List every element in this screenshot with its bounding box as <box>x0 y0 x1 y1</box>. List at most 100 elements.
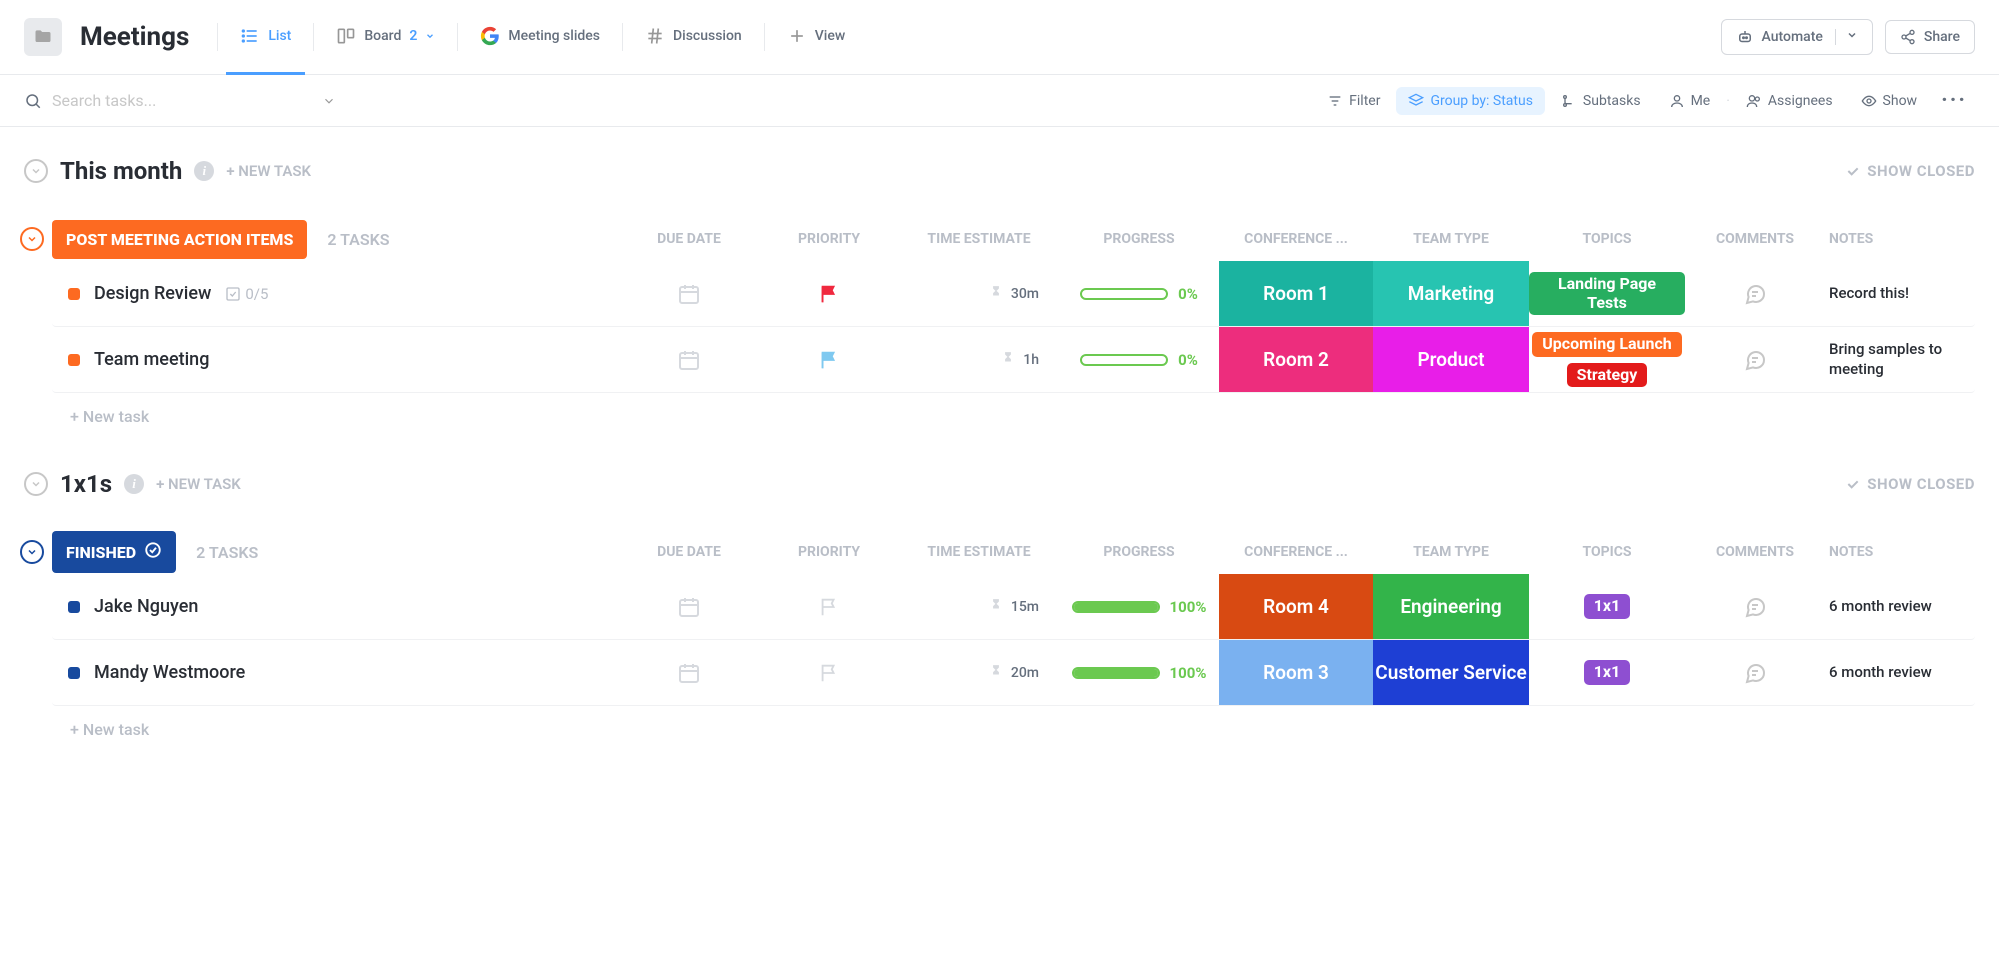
new-task-button[interactable]: + NEW TASK <box>226 162 311 180</box>
task-row[interactable]: Team meeting 1h0%Room 2ProductUpcoming La… <box>52 327 1975 393</box>
team-cell[interactable]: Marketing <box>1373 261 1529 326</box>
subtasks-button[interactable]: Subtasks <box>1549 87 1653 115</box>
col-priority[interactable]: PRIORITY <box>759 231 899 247</box>
topic-tag[interactable]: Strategy <box>1567 363 1648 387</box>
col-notes[interactable]: NOTES <box>1825 544 1975 560</box>
task-name[interactable]: Team meeting <box>94 349 209 370</box>
task-name[interactable]: Jake Nguyen <box>94 596 198 617</box>
notes-cell[interactable]: 6 month review <box>1825 640 1975 705</box>
progress-cell[interactable]: 0% <box>1059 327 1219 392</box>
progress-cell[interactable]: 0% <box>1059 261 1219 326</box>
room-cell[interactable]: Room 2 <box>1219 327 1373 392</box>
priority-cell[interactable] <box>759 574 899 639</box>
comments-cell[interactable] <box>1685 574 1825 639</box>
due-date-cell[interactable] <box>619 640 759 705</box>
subtask-count[interactable]: 0/5 <box>225 285 268 303</box>
assignees-button[interactable]: Assignees <box>1734 87 1845 115</box>
status-indicator[interactable] <box>68 288 80 300</box>
new-task-row[interactable]: + New task <box>20 393 1975 440</box>
tab-list[interactable]: List <box>226 0 305 75</box>
col-comments[interactable]: COMMENTS <box>1685 544 1825 560</box>
status-indicator[interactable] <box>68 354 80 366</box>
info-icon[interactable]: i <box>124 474 144 494</box>
estimate-cell[interactable]: 20m <box>899 640 1059 705</box>
chevron-down-icon[interactable] <box>322 94 336 108</box>
priority-cell[interactable] <box>759 640 899 705</box>
estimate-cell[interactable]: 15m <box>899 574 1059 639</box>
col-team[interactable]: TEAM TYPE <box>1373 231 1529 247</box>
col-room[interactable]: CONFERENCE ... <box>1219 231 1373 247</box>
chevron-down-icon[interactable] <box>1835 29 1858 45</box>
col-topics[interactable]: TOPICS <box>1529 231 1685 247</box>
col-progress[interactable]: PROGRESS <box>1059 544 1219 560</box>
comments-cell[interactable] <box>1685 640 1825 705</box>
due-date-cell[interactable] <box>619 327 759 392</box>
filter-button[interactable]: Filter <box>1315 87 1392 115</box>
col-due[interactable]: DUE DATE <box>619 544 759 560</box>
tab-meeting-slides[interactable]: Meeting slides <box>466 0 614 75</box>
col-priority[interactable]: PRIORITY <box>759 544 899 560</box>
show-closed-button[interactable]: SHOW CLOSED <box>1845 475 1975 493</box>
me-button[interactable]: Me <box>1657 87 1723 115</box>
status-pill[interactable]: POST MEETING ACTION ITEMS <box>52 220 307 259</box>
assignees-label: Assignees <box>1768 93 1833 109</box>
priority-cell[interactable] <box>759 261 899 326</box>
team-cell[interactable]: Engineering <box>1373 574 1529 639</box>
estimate-cell[interactable]: 1h <box>899 327 1059 392</box>
estimate-cell[interactable]: 30m <box>899 261 1059 326</box>
progress-cell[interactable]: 100% <box>1059 574 1219 639</box>
room-cell[interactable]: Room 3 <box>1219 640 1373 705</box>
tab-board[interactable]: Board 2 <box>322 0 449 75</box>
col-room[interactable]: CONFERENCE ... <box>1219 544 1373 560</box>
col-team[interactable]: TEAM TYPE <box>1373 544 1529 560</box>
tab-discussion[interactable]: Discussion <box>631 0 756 75</box>
topic-tag[interactable]: 1x1 <box>1584 660 1631 684</box>
comments-cell[interactable] <box>1685 327 1825 392</box>
collapse-section-button[interactable] <box>24 159 48 183</box>
task-name[interactable]: Design Review <box>94 283 211 304</box>
task-row[interactable]: Mandy Westmoore 20m100%Room 3Customer Ser… <box>52 640 1975 706</box>
room-cell[interactable]: Room 1 <box>1219 261 1373 326</box>
topic-tag[interactable]: Landing Page Tests <box>1529 272 1685 315</box>
status-pill[interactable]: FINISHED <box>52 531 176 573</box>
notes-cell[interactable]: 6 month review <box>1825 574 1975 639</box>
col-notes[interactable]: NOTES <box>1825 231 1975 247</box>
task-row[interactable]: Design Review 0/5 30m0%Room 1MarketingLand… <box>52 261 1975 327</box>
add-view-button[interactable]: View <box>773 0 860 75</box>
search-input[interactable] <box>52 91 312 110</box>
info-icon[interactable]: i <box>194 161 214 181</box>
share-button[interactable]: Share <box>1885 20 1975 54</box>
due-date-cell[interactable] <box>619 574 759 639</box>
col-estimate[interactable]: TIME ESTIMATE <box>899 544 1059 560</box>
col-topics[interactable]: TOPICS <box>1529 544 1685 560</box>
col-due[interactable]: DUE DATE <box>619 231 759 247</box>
show-closed-button[interactable]: SHOW CLOSED <box>1845 162 1975 180</box>
collapse-group-button[interactable] <box>20 540 44 564</box>
topic-tag[interactable]: 1x1 <box>1584 594 1631 618</box>
status-indicator[interactable] <box>68 667 80 679</box>
more-options-button[interactable]: ··· <box>1933 88 1975 113</box>
comments-cell[interactable] <box>1685 261 1825 326</box>
col-progress[interactable]: PROGRESS <box>1059 231 1219 247</box>
progress-cell[interactable]: 100% <box>1059 640 1219 705</box>
topic-tag[interactable]: Upcoming Launch <box>1532 332 1682 356</box>
team-cell[interactable]: Product <box>1373 327 1529 392</box>
new-task-button[interactable]: + NEW TASK <box>156 475 241 493</box>
col-comments[interactable]: COMMENTS <box>1685 231 1825 247</box>
notes-cell[interactable]: Record this! <box>1825 261 1975 326</box>
col-estimate[interactable]: TIME ESTIMATE <box>899 231 1059 247</box>
groupby-button[interactable]: Group by: Status <box>1396 87 1544 115</box>
task-row[interactable]: Jake Nguyen 15m100%Room 4Engineering 1x1 6 … <box>52 574 1975 640</box>
notes-cell[interactable]: Bring samples to meeting <box>1825 327 1975 392</box>
room-cell[interactable]: Room 4 <box>1219 574 1373 639</box>
status-indicator[interactable] <box>68 601 80 613</box>
new-task-row[interactable]: + New task <box>20 706 1975 753</box>
task-name[interactable]: Mandy Westmoore <box>94 662 245 683</box>
due-date-cell[interactable] <box>619 261 759 326</box>
collapse-group-button[interactable] <box>20 227 44 251</box>
automate-button[interactable]: Automate <box>1721 19 1873 55</box>
collapse-section-button[interactable] <box>24 472 48 496</box>
show-button[interactable]: Show <box>1849 87 1930 115</box>
team-cell[interactable]: Customer Service <box>1373 640 1529 705</box>
priority-cell[interactable] <box>759 327 899 392</box>
